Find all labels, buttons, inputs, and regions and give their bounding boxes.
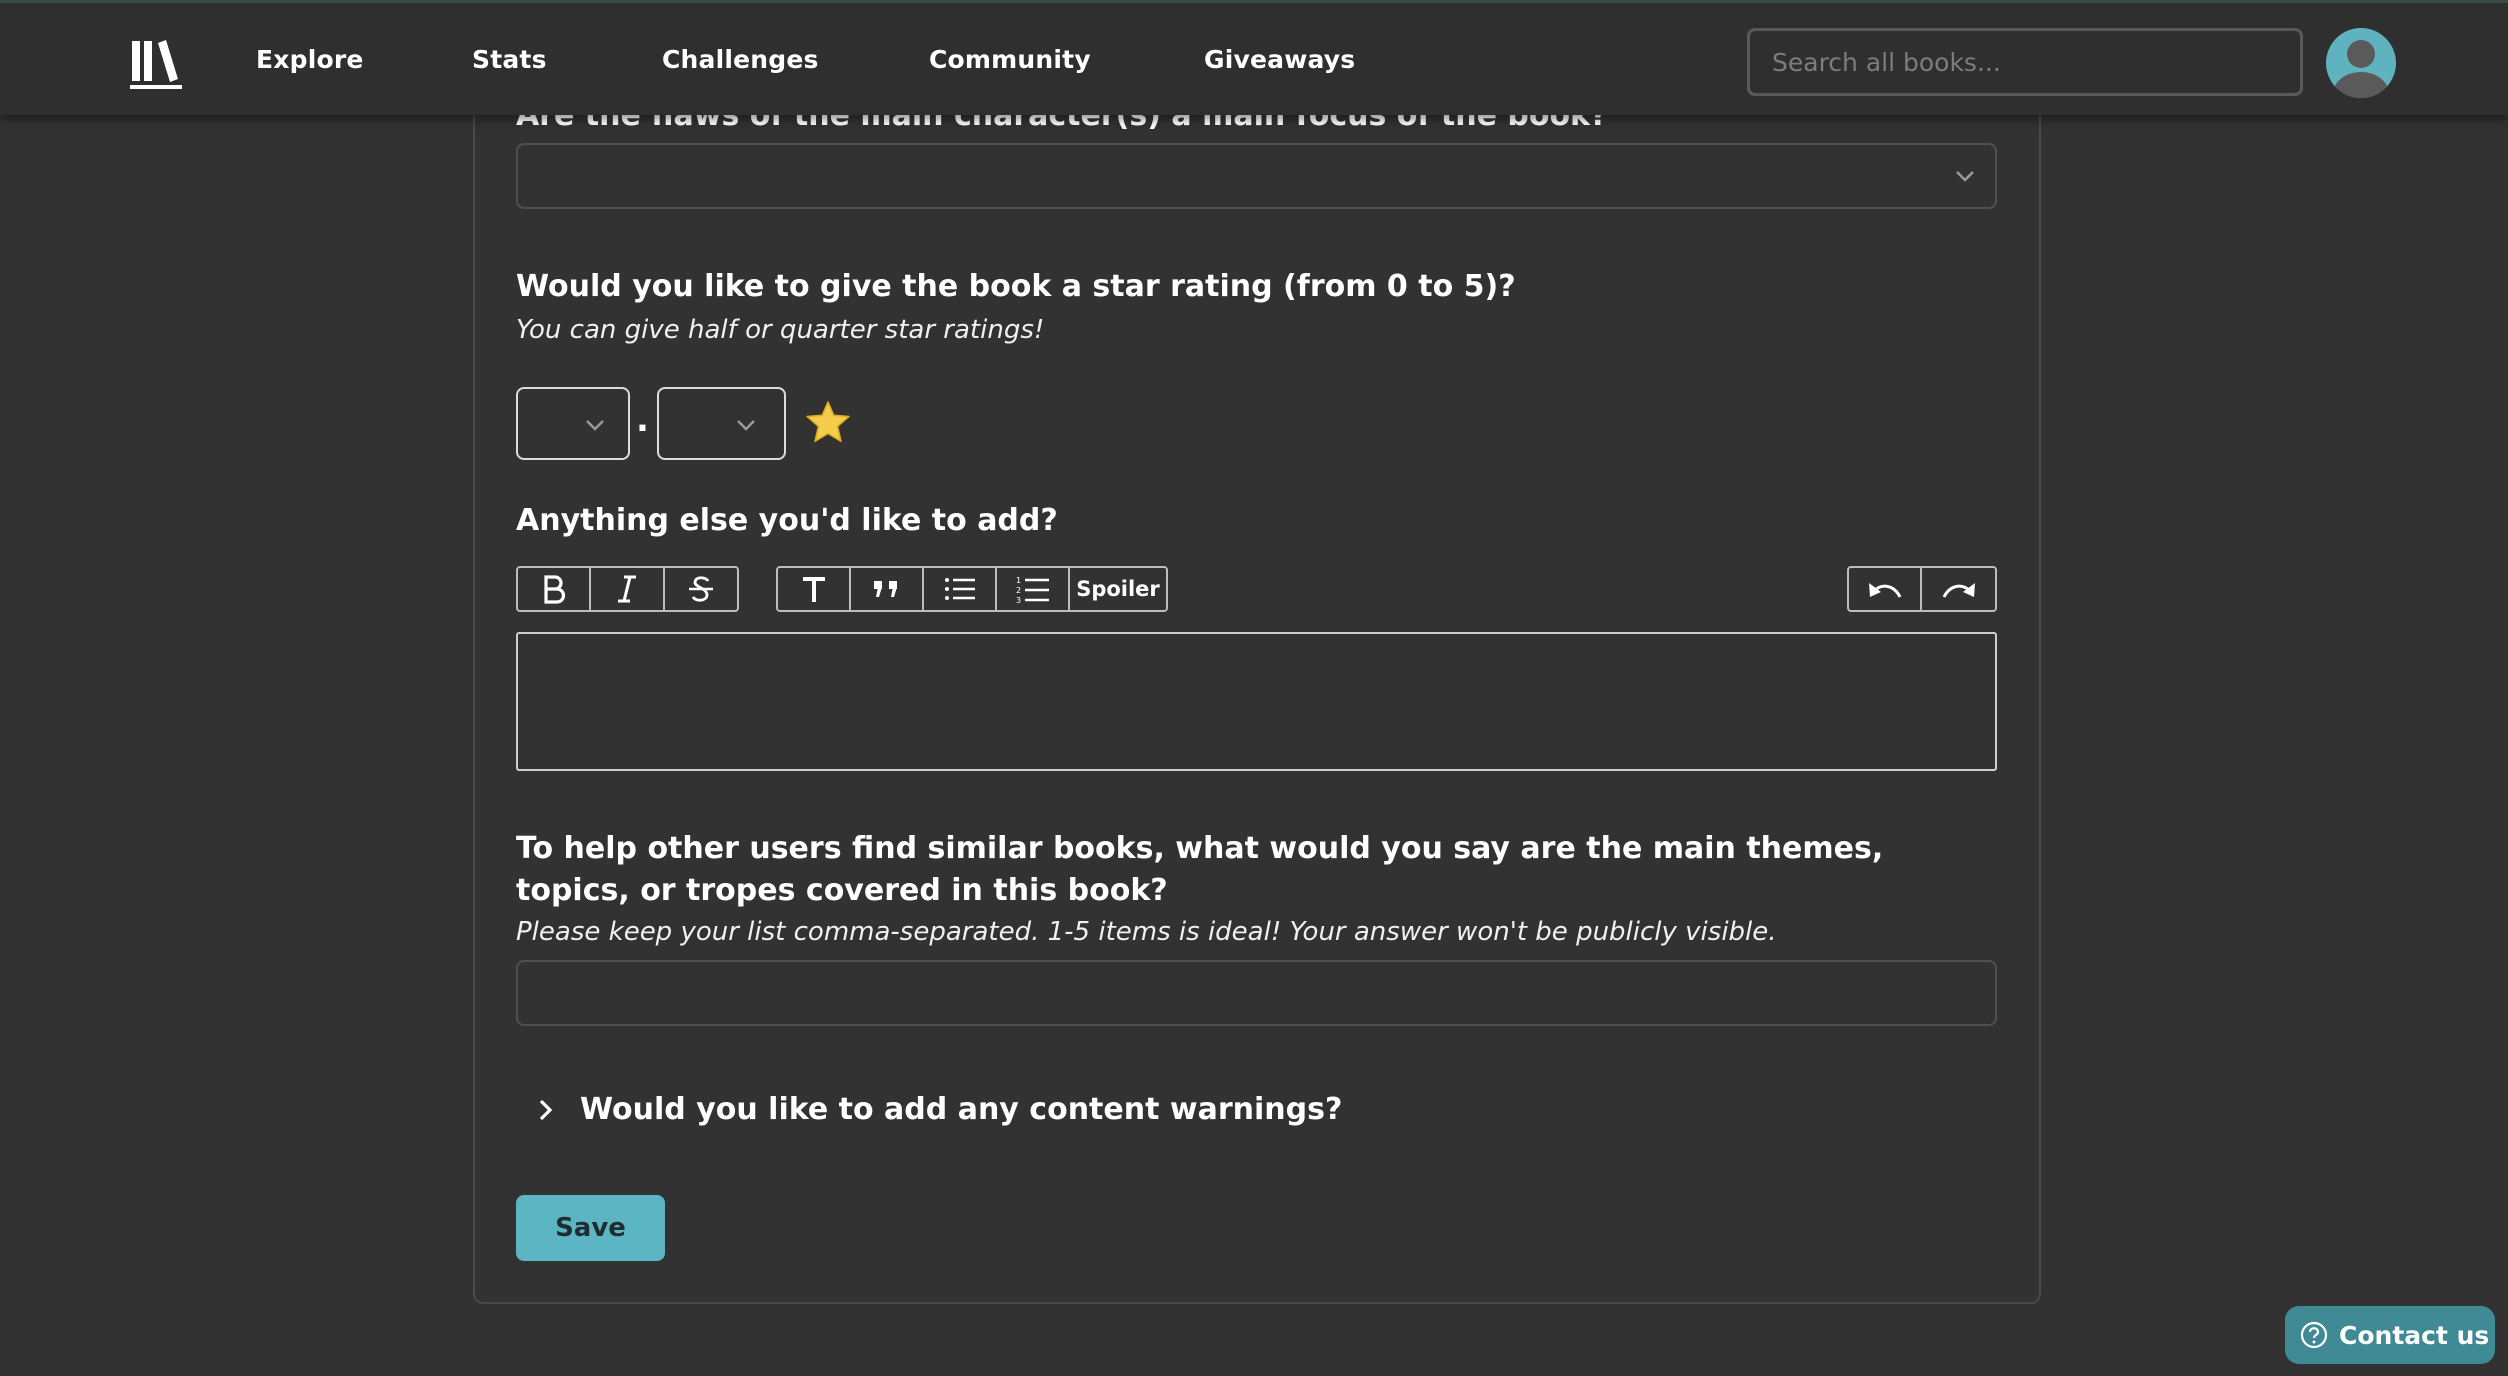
bullet-list-icon xyxy=(944,578,975,600)
bullet-list-button[interactable] xyxy=(924,568,997,610)
nav-community[interactable]: Community xyxy=(929,45,1091,74)
undo-button[interactable] xyxy=(1849,568,1923,610)
format-toolbar xyxy=(516,566,739,612)
chevron-down-icon xyxy=(737,420,755,431)
nav-challenges[interactable]: Challenges xyxy=(662,45,819,74)
themes-question: To help other users find similar books, … xyxy=(516,831,1884,908)
bold-icon xyxy=(544,575,565,604)
user-avatar-icon xyxy=(2333,40,2389,98)
redo-icon xyxy=(1942,583,1975,598)
svg-text:1: 1 xyxy=(1016,576,1021,585)
user-avatar[interactable] xyxy=(2326,28,2396,98)
redo-button[interactable] xyxy=(1922,568,1995,610)
undo-icon xyxy=(1868,583,1901,598)
nav-stats[interactable]: Stats xyxy=(472,45,547,74)
block-toolbar: 1 2 3 Spoiler xyxy=(776,566,1168,612)
chevron-down-icon xyxy=(586,420,604,431)
svg-text:3: 3 xyxy=(1016,596,1021,604)
nav-giveaways[interactable]: Giveaways xyxy=(1204,45,1355,74)
themes-hint: Please keep your list comma-separated. 1… xyxy=(516,917,1777,947)
flaws-focus-select[interactable] xyxy=(516,143,1997,209)
star-icon xyxy=(806,401,850,443)
svg-text:2: 2 xyxy=(1016,586,1021,595)
additional-question: Anything else you'd like to add? xyxy=(516,503,1058,538)
rating-decimal-separator: . xyxy=(636,400,649,440)
history-toolbar xyxy=(1847,566,1997,612)
chevron-down-icon xyxy=(1956,171,1974,182)
content-warnings-toggle[interactable]: Would you like to add any content warnin… xyxy=(532,1092,1342,1127)
strikethrough-icon xyxy=(688,576,713,602)
rating-fraction-select[interactable] xyxy=(657,387,786,460)
save-button[interactable]: Save xyxy=(516,1195,665,1261)
quote-icon xyxy=(873,581,897,597)
content-warnings-label: Would you like to add any content warnin… xyxy=(580,1092,1343,1127)
bold-button[interactable] xyxy=(518,568,592,610)
top-nav-bar: Explore Stats Challenges Community Givea… xyxy=(0,0,2508,115)
help-icon xyxy=(2300,1321,2328,1349)
rating-hint: You can give half or quarter star rating… xyxy=(516,315,1045,345)
heading-icon xyxy=(802,577,825,602)
additional-notes-editor[interactable] xyxy=(516,632,1997,771)
heading-button[interactable] xyxy=(778,568,851,610)
strikethrough-button[interactable] xyxy=(665,568,737,610)
numbered-list-button[interactable]: 1 2 3 xyxy=(997,568,1070,610)
nav-explore[interactable]: Explore xyxy=(256,45,364,74)
rating-whole-select[interactable] xyxy=(516,387,630,460)
bookshelf-logo-icon[interactable] xyxy=(130,37,186,91)
chevron-right-icon xyxy=(539,1099,553,1120)
contact-us-label: Contact us xyxy=(2339,1320,2490,1350)
numbered-list-icon: 1 2 3 xyxy=(1016,576,1049,604)
quote-button[interactable] xyxy=(851,568,924,610)
themes-input[interactable] xyxy=(516,960,1997,1026)
italic-icon xyxy=(618,575,637,603)
rating-question: Would you like to give the book a star r… xyxy=(516,269,1516,304)
italic-button[interactable] xyxy=(591,568,665,610)
contact-us-button[interactable]: Contact us xyxy=(2285,1306,2495,1364)
spoiler-button[interactable]: Spoiler xyxy=(1070,568,1166,610)
search-input[interactable] xyxy=(1747,28,2303,96)
